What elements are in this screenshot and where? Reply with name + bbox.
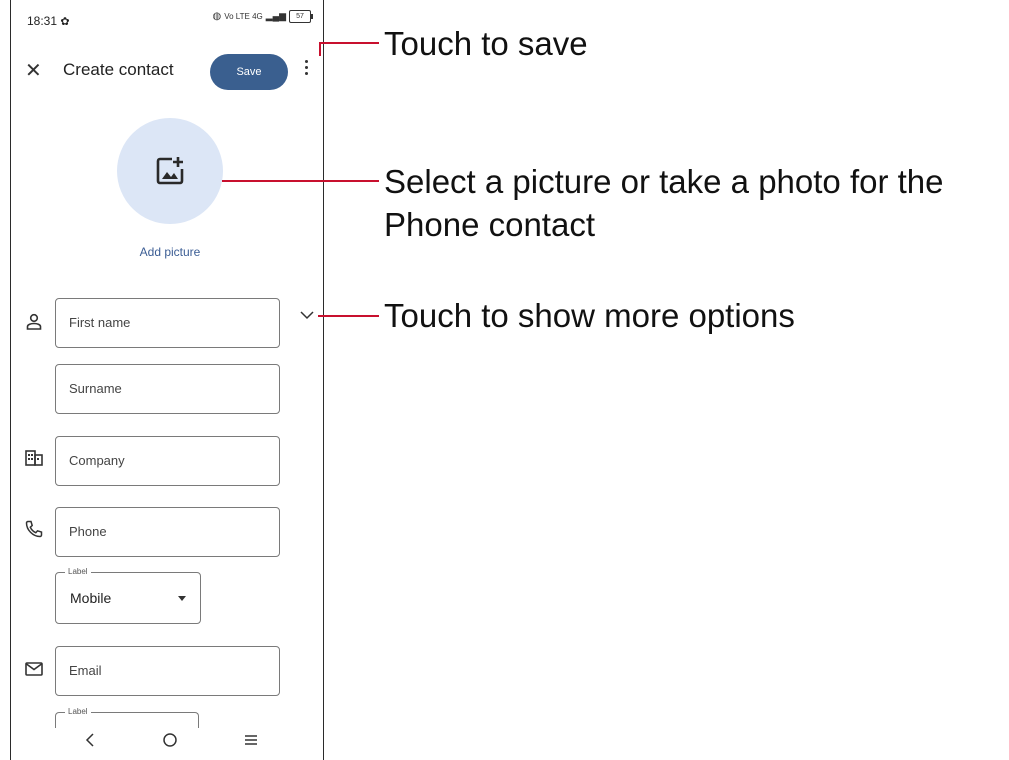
- email-field[interactable]: Email: [55, 646, 280, 696]
- navigation-bar: [11, 728, 323, 760]
- save-callout-text: Touch to save: [384, 25, 588, 62]
- back-icon[interactable]: [83, 732, 97, 748]
- phone-label-caption: Label: [65, 567, 91, 576]
- save-callout-line-vertical: [319, 42, 321, 56]
- phone-screen: 18:31 ✿ ◍ Vo LTE 4G ▂▄▆ 57 ✕ Create cont…: [10, 0, 324, 760]
- phone-field[interactable]: Phone: [55, 507, 280, 557]
- add-picture-link[interactable]: Add picture: [11, 245, 329, 259]
- settings-gear-icon: ✿: [60, 16, 70, 28]
- more-options-callout-line: [318, 315, 379, 317]
- company-field[interactable]: Company: [55, 436, 280, 486]
- status-bar-left: 18:31 ✿: [27, 14, 70, 28]
- status-time: 18:31: [27, 14, 58, 28]
- battery-icon: 57: [289, 10, 313, 23]
- surname-field[interactable]: Surname: [55, 364, 280, 414]
- email-icon: [25, 662, 43, 676]
- page-title: Create contact: [63, 60, 174, 79]
- phone-label-select[interactable]: Label Mobile: [55, 567, 201, 624]
- company-icon: [25, 450, 43, 466]
- network-indicator: Vo LTE 4G: [224, 12, 263, 21]
- add-photo-icon: [156, 157, 184, 185]
- picture-callout-text-line2: Phone contact: [384, 206, 595, 243]
- more-options-icon[interactable]: [303, 60, 309, 82]
- home-icon[interactable]: [162, 732, 178, 748]
- add-photo-button[interactable]: [117, 118, 223, 224]
- close-icon[interactable]: ✕: [25, 58, 42, 83]
- phone-icon: [25, 520, 43, 538]
- recent-apps-icon[interactable]: [243, 732, 259, 748]
- chevron-down-icon[interactable]: [299, 310, 315, 320]
- save-button[interactable]: Save: [210, 54, 288, 90]
- person-icon: [26, 313, 42, 330]
- signal-icon: ▂▄▆: [265, 11, 286, 21]
- phone-label-value: Mobile: [70, 590, 112, 606]
- email-label-caption: Label: [65, 707, 91, 716]
- picture-callout-text-line1: Select a picture or take a photo for the: [384, 163, 944, 200]
- more-options-callout-text: Touch to show more options: [384, 297, 795, 334]
- picture-callout-line: [222, 180, 379, 182]
- status-bar-right: ◍ Vo LTE 4G ▂▄▆ 57: [212, 10, 313, 23]
- save-callout-line: [319, 42, 379, 44]
- nfc-icon: ◍: [212, 11, 222, 22]
- dropdown-arrow-icon: [178, 596, 186, 601]
- first-name-field[interactable]: First name: [55, 298, 280, 348]
